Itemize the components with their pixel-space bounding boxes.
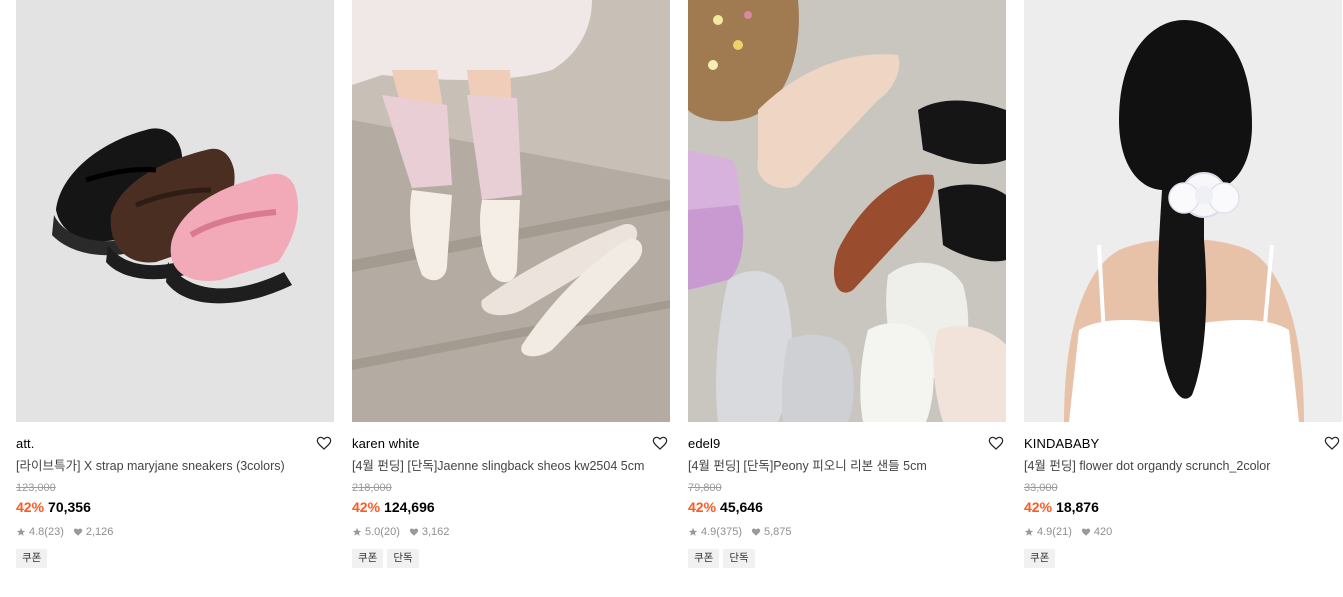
- tag-coupon: 쿠폰: [688, 549, 720, 568]
- review-count: (20): [380, 526, 400, 538]
- sale-price: 124,696: [384, 499, 435, 515]
- brand-name[interactable]: edel9: [688, 436, 1006, 452]
- likes-count: 2,126: [85, 526, 114, 538]
- product-grid: att. [라이브특가] X strap maryjane sneakers (…: [16, 0, 1342, 568]
- sandals-photo: [688, 0, 1006, 422]
- price-row: 42% 45,646: [688, 498, 1006, 516]
- tag-coupon: 쿠폰: [1024, 549, 1056, 568]
- likes-heart-icon: [751, 527, 761, 537]
- discount-rate: 42%: [352, 499, 381, 515]
- product-image[interactable]: [352, 0, 670, 422]
- likes-heart-icon: [73, 527, 83, 537]
- price-row: 42% 70,356: [16, 498, 334, 516]
- product-title[interactable]: [4월 펀딩] [단독]Peony 피오니 리본 샌들 5cm: [688, 458, 1006, 475]
- tag-list: 쿠폰: [1024, 549, 1342, 568]
- rating-meta: 4.8 (23) 2,126: [16, 525, 334, 539]
- wishlist-heart-icon[interactable]: [652, 435, 668, 451]
- product-image[interactable]: [1024, 0, 1342, 422]
- slingback-shoes-photo: [352, 0, 670, 422]
- rating-value: 4.8: [29, 526, 45, 538]
- star-icon: [16, 527, 26, 537]
- rating-value: 4.9: [701, 526, 717, 538]
- discount-rate: 42%: [688, 499, 717, 515]
- likes-heart-icon: [409, 527, 419, 537]
- price-row: 42% 18,876: [1024, 498, 1342, 516]
- review-count: (375): [716, 526, 742, 538]
- tag-exclusive: 단독: [387, 549, 419, 568]
- tag-coupon: 쿠폰: [16, 549, 48, 568]
- tag-list: 쿠폰: [16, 549, 334, 568]
- review-count: (21): [1052, 526, 1072, 538]
- discount-rate: 42%: [1024, 499, 1053, 515]
- star-icon: [688, 527, 698, 537]
- product-card[interactable]: karen white [4월 펀딩] [단독]Jaenne slingback…: [352, 0, 670, 568]
- original-price: 79,800: [688, 482, 722, 494]
- star-icon: [1024, 527, 1034, 537]
- likes-count: 420: [1093, 526, 1113, 538]
- star-icon: [352, 527, 362, 537]
- original-price: 218,000: [352, 482, 392, 494]
- rating-meta: 4.9 (21) 420: [1024, 525, 1342, 539]
- product-card[interactable]: edel9 [4월 펀딩] [단독]Peony 피오니 리본 샌들 5cm 79…: [688, 0, 1006, 568]
- original-price: 33,000: [1024, 482, 1058, 494]
- wishlist-heart-icon[interactable]: [1324, 435, 1340, 451]
- product-title[interactable]: [라이브특가] X strap maryjane sneakers (3colo…: [16, 458, 334, 475]
- rating-value: 5.0: [365, 526, 381, 538]
- product-image[interactable]: [16, 0, 334, 422]
- scrunchie-photo: [1024, 0, 1342, 422]
- tag-list: 쿠폰 단독: [688, 549, 1006, 568]
- likes-count: 3,162: [421, 526, 450, 538]
- original-price: 123,000: [16, 482, 56, 494]
- wishlist-heart-icon[interactable]: [988, 435, 1004, 451]
- wishlist-heart-icon[interactable]: [316, 435, 332, 451]
- sneakers-photo: [16, 0, 334, 422]
- sale-price: 45,646: [720, 499, 763, 515]
- brand-name[interactable]: karen white: [352, 436, 670, 452]
- product-title[interactable]: [4월 펀딩] flower dot organdy scrunch_2colo…: [1024, 458, 1342, 475]
- discount-rate: 42%: [16, 499, 45, 515]
- tag-exclusive: 단독: [723, 549, 755, 568]
- product-card[interactable]: KINDABABY [4월 펀딩] flower dot organdy scr…: [1024, 0, 1342, 568]
- brand-name[interactable]: att.: [16, 436, 334, 452]
- sale-price: 70,356: [48, 499, 91, 515]
- rating-meta: 5.0 (20) 3,162: [352, 525, 670, 539]
- product-card[interactable]: att. [라이브특가] X strap maryjane sneakers (…: [16, 0, 334, 568]
- likes-heart-icon: [1081, 527, 1091, 537]
- likes-count: 5,875: [763, 526, 792, 538]
- sale-price: 18,876: [1056, 499, 1099, 515]
- tag-coupon: 쿠폰: [352, 549, 384, 568]
- product-image[interactable]: [688, 0, 1006, 422]
- rating-value: 4.9: [1037, 526, 1053, 538]
- tag-list: 쿠폰 단독: [352, 549, 670, 568]
- rating-meta: 4.9 (375) 5,875: [688, 525, 1006, 539]
- review-count: (23): [44, 526, 64, 538]
- price-row: 42% 124,696: [352, 498, 670, 516]
- product-title[interactable]: [4월 펀딩] [단독]Jaenne slingback sheos kw250…: [352, 458, 670, 475]
- brand-name[interactable]: KINDABABY: [1024, 436, 1342, 452]
